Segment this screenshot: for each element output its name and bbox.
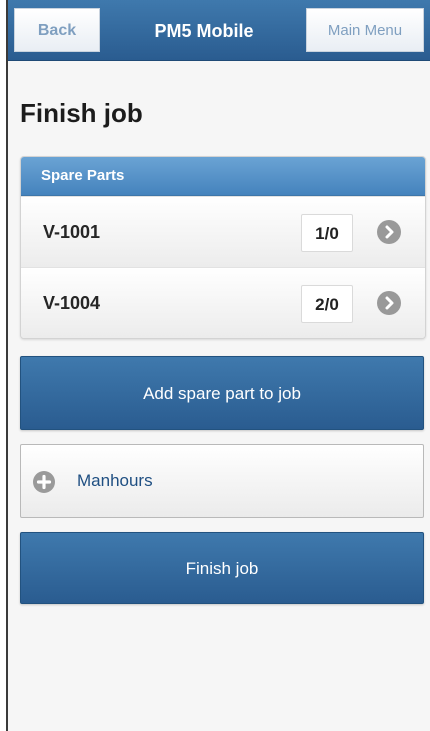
spare-part-item[interactable]: V-1001 1/0: [21, 196, 425, 267]
spare-part-count: 2/0: [301, 285, 353, 323]
finish-job-button[interactable]: Finish job: [20, 532, 424, 604]
plus-icon: [33, 471, 55, 493]
back-button[interactable]: Back: [14, 8, 100, 52]
page-title: Finish job: [20, 98, 143, 128]
chevron-right-icon: [377, 220, 401, 244]
spare-part-name: V-1004: [43, 293, 101, 313]
spare-part-name: V-1001: [43, 222, 101, 242]
chevron-right-icon: [377, 291, 401, 315]
add-spare-part-button[interactable]: Add spare part to job: [20, 356, 424, 430]
spare-part-count: 1/0: [301, 214, 353, 252]
manhours-label: Manhours: [77, 471, 153, 490]
spare-part-item[interactable]: V-1004 2/0: [21, 267, 425, 338]
spare-parts-heading: Spare Parts: [21, 157, 425, 196]
main-menu-button[interactable]: Main Menu: [306, 8, 424, 52]
spare-parts-list: Spare Parts V-1001 1/0 V-1004 2/0: [20, 156, 426, 339]
manhours-collapsible[interactable]: Manhours: [20, 444, 424, 518]
app-frame: Back PM5 Mobile Main Menu Finish job Spa…: [6, 0, 430, 731]
app-header: Back PM5 Mobile Main Menu: [8, 0, 430, 61]
app-title: PM5 Mobile: [154, 21, 254, 41]
